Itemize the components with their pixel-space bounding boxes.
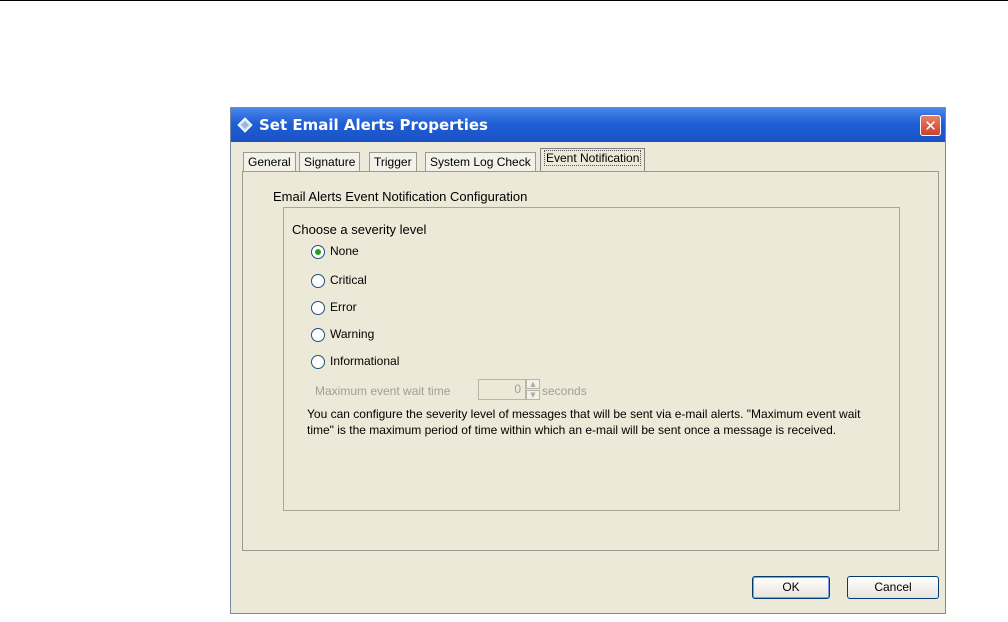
window-title: Set Email Alerts Properties [259, 116, 488, 134]
severity-label: Warning [330, 327, 375, 341]
close-icon: ✕ [924, 117, 937, 135]
severity-label: None [330, 244, 359, 258]
close-button[interactable]: ✕ [920, 115, 941, 136]
radio-icon[interactable] [311, 355, 325, 369]
tab-label: System Log Check [430, 155, 531, 169]
tab-event-notification[interactable]: Event Notification [540, 148, 646, 172]
wait-time-input[interactable]: 0 [478, 379, 526, 400]
wait-time-label: Maximum event wait time [315, 384, 451, 398]
tab-label: Signature [304, 155, 356, 169]
tab-general[interactable]: General [243, 152, 296, 172]
radio-icon[interactable] [311, 328, 325, 342]
ok-button[interactable]: OK [752, 576, 830, 599]
page-top-rule [0, 0, 1008, 1]
section-title: Email Alerts Event Notification Configur… [273, 189, 528, 204]
wait-time-spinner[interactable]: ▲ ▼ [526, 379, 540, 400]
spin-down-arrow-icon[interactable]: ▼ [526, 390, 540, 400]
severity-label: Informational [330, 354, 400, 368]
diamond-app-icon [237, 117, 253, 133]
tab-signature[interactable]: Signature [299, 152, 361, 172]
email-alerts-dialog: Set Email Alerts Properties ✕ General Si… [230, 107, 946, 614]
severity-label: Error [330, 300, 357, 314]
radio-dot [315, 249, 321, 255]
severity-group-title: Choose a severity level [292, 222, 427, 237]
tab-label: Trigger [374, 155, 412, 169]
radio-icon[interactable] [311, 301, 325, 315]
cancel-button[interactable]: Cancel [847, 576, 939, 599]
tab-trigger[interactable]: Trigger [369, 152, 417, 172]
severity-label: Critical [330, 273, 367, 287]
radio-icon[interactable] [311, 274, 325, 288]
tab-label: General [248, 155, 291, 169]
radio-selected-icon[interactable] [311, 245, 325, 259]
spin-up-arrow-icon[interactable]: ▲ [526, 379, 540, 389]
wait-time-unit: seconds [542, 384, 587, 398]
help-text: You can configure the severity level of … [307, 407, 861, 437]
title-bar[interactable]: Set Email Alerts Properties ✕ [231, 108, 945, 142]
tab-label: Event Notification [543, 150, 642, 166]
tab-system-log-check[interactable]: System Log Check [425, 152, 536, 172]
